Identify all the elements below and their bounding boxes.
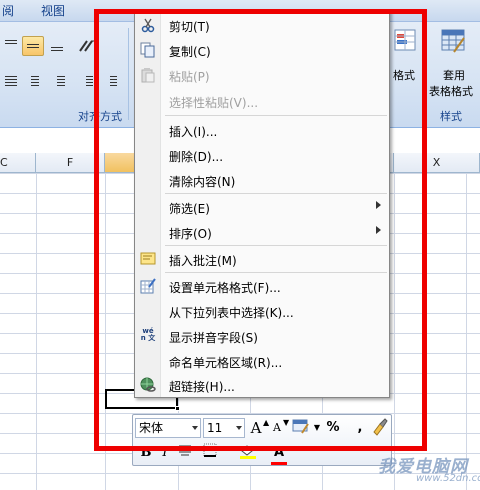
align-top-button[interactable]: [0, 36, 22, 56]
font-color-swatch: [271, 462, 287, 465]
align-bottom-button[interactable]: [46, 36, 68, 56]
table-style-icon[interactable]: [440, 28, 466, 54]
apply-table-format-label-1[interactable]: 套用: [443, 67, 465, 83]
tab-review[interactable]: 阅: [2, 2, 14, 19]
align-left-button[interactable]: [0, 70, 22, 90]
grid-line: [466, 173, 467, 490]
watermark: 我爱电脑网 www.52dn.com: [378, 452, 480, 484]
column-header-c[interactable]: C: [0, 153, 36, 173]
align-right-button[interactable]: [48, 70, 70, 90]
grid-line: [36, 173, 37, 490]
red-highlight-box: [94, 9, 427, 451]
align-middle-button[interactable]: [22, 36, 44, 56]
align-center-button[interactable]: [24, 70, 46, 90]
group-label-styles: 样式: [440, 110, 462, 123]
apply-table-format-label-2[interactable]: 表格格式: [429, 83, 473, 99]
watermark-url: www.52dn.com: [416, 473, 480, 484]
tab-view[interactable]: 视图: [41, 2, 65, 19]
